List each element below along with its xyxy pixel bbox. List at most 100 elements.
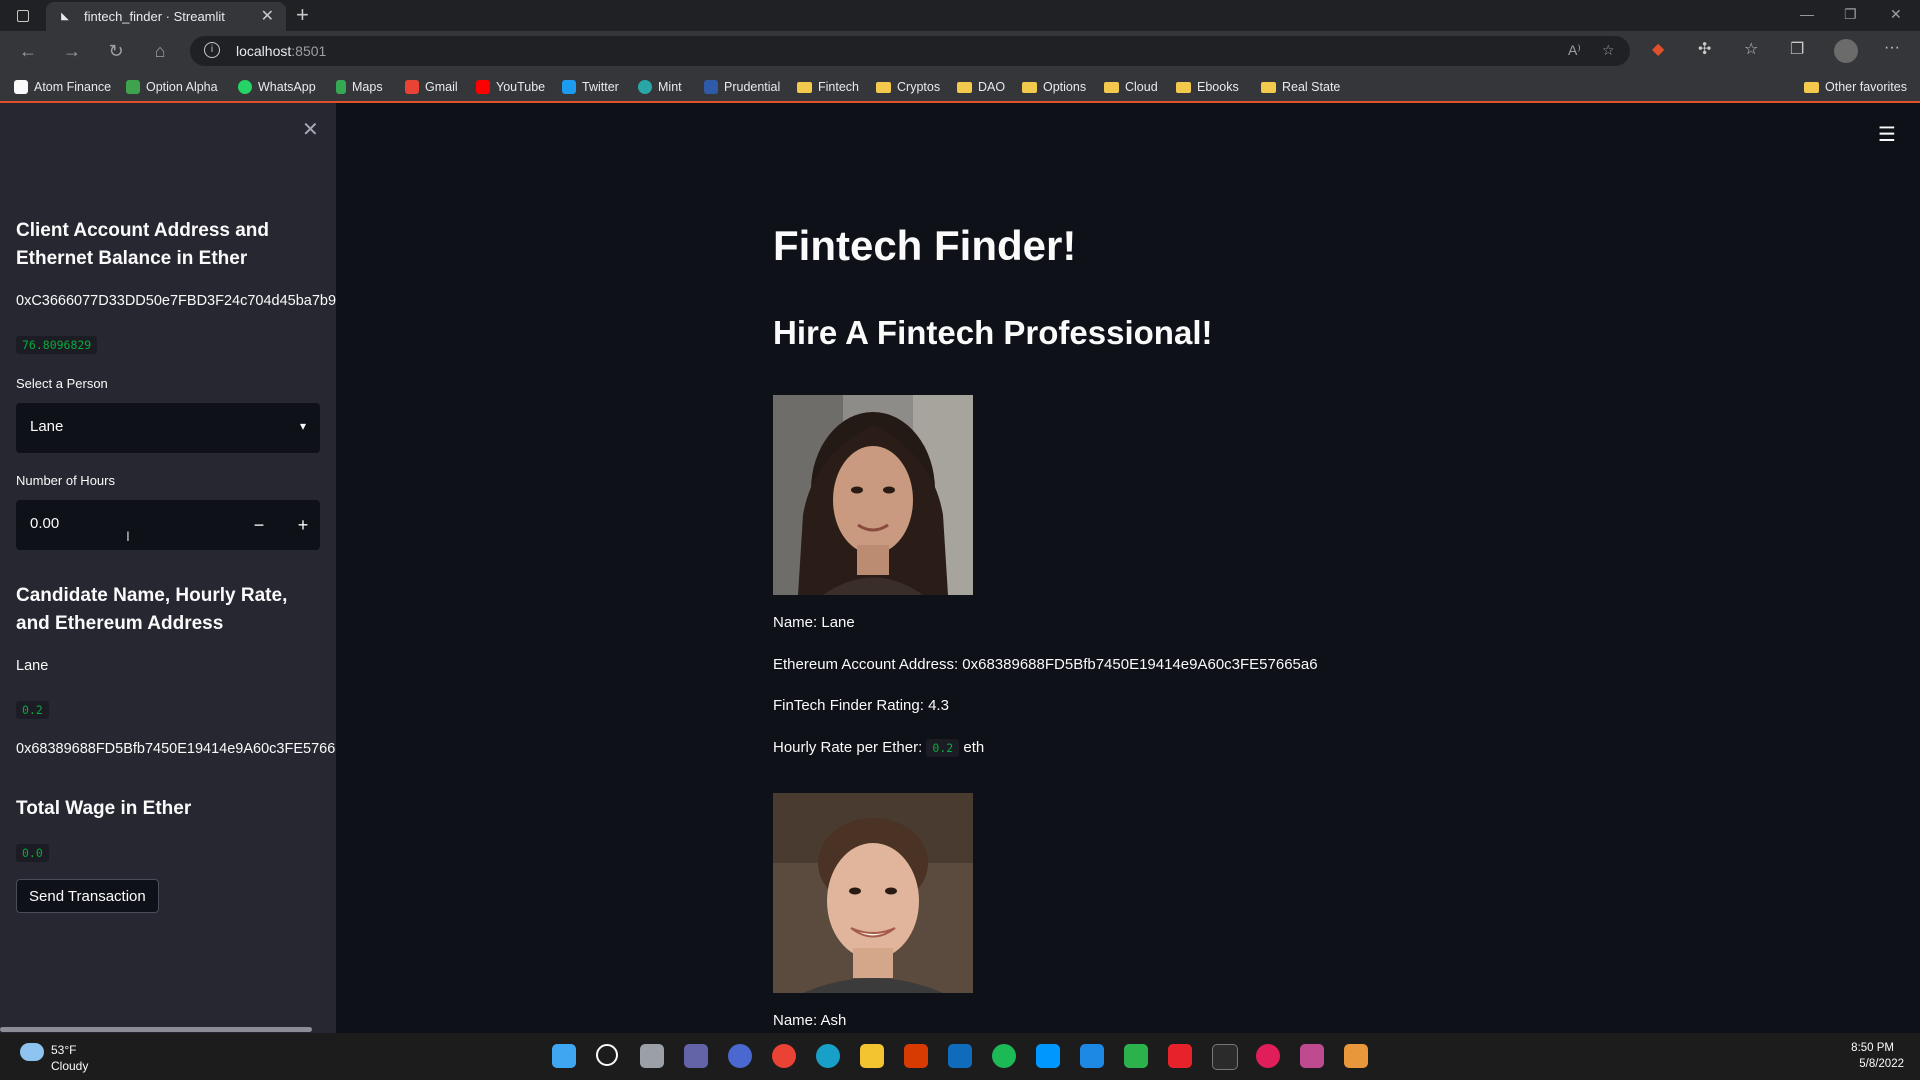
hours-label: Number of Hours <box>16 473 115 488</box>
bookmark-prudential[interactable]: Prudential <box>704 78 780 96</box>
outlook-icon[interactable] <box>948 1044 972 1068</box>
favorites-icon[interactable]: ☆ <box>1744 39 1758 59</box>
teams-chat-icon[interactable] <box>684 1044 708 1068</box>
account-address: 0xC3666077D33DD50e7FBD3F24c704d45ba7b93 <box>16 293 336 309</box>
address-bar[interactable]: i localhost:8501 A⁾ ☆ <box>190 36 1630 66</box>
task-view-icon[interactable] <box>640 1044 664 1068</box>
tab-close-icon[interactable]: ✕ <box>261 6 274 26</box>
ganache-icon[interactable] <box>1344 1044 1368 1068</box>
candidate-heading: Candidate Name, Hourly Rate, and Ethereu… <box>16 585 288 634</box>
terminal-icon[interactable] <box>1212 1044 1238 1070</box>
url-text: localhost:8501 <box>236 43 327 59</box>
folder-icon <box>1022 81 1037 93</box>
bookmark-maps[interactable]: Maps <box>336 78 383 96</box>
new-tab-icon[interactable]: + <box>296 2 309 28</box>
home-icon[interactable]: ⌂ <box>148 39 172 63</box>
edge-icon[interactable] <box>816 1044 840 1068</box>
folder-icon <box>957 81 972 93</box>
clock-time[interactable]: 8:50 PM <box>1851 1042 1894 1054</box>
forward-icon[interactable]: → <box>60 39 84 63</box>
window-close-icon[interactable]: ✕ <box>1890 6 1902 23</box>
page-subtitle: Hire A Fintech Professional! <box>773 314 1213 351</box>
bookmark-label: Other favorites <box>1825 80 1907 94</box>
bookmark-folder-real-state[interactable]: Real State <box>1261 78 1340 96</box>
read-aloud-icon[interactable]: A⁾ <box>1568 42 1581 59</box>
folder-icon <box>1104 81 1119 93</box>
metamask-extension-icon[interactable]: ◆ <box>1652 39 1664 59</box>
menu-icon[interactable]: ☰ <box>1878 122 1896 147</box>
office-icon[interactable] <box>904 1044 928 1068</box>
restore-icon[interactable]: ❐ <box>1844 6 1857 23</box>
clock-date[interactable]: 5/8/2022 <box>1859 1058 1904 1070</box>
site-info-icon[interactable]: i <box>204 42 220 58</box>
folder-icon <box>876 81 891 93</box>
folder-icon <box>1176 81 1191 93</box>
increment-button[interactable]: + <box>288 510 318 540</box>
bookmark-youtube[interactable]: YouTube <box>476 78 545 96</box>
minimize-icon[interactable]: — <box>1800 6 1814 22</box>
youtube-icon <box>476 80 490 94</box>
profile-avatar[interactable] <box>1834 39 1858 63</box>
hours-value[interactable]: 0.00 <box>30 515 59 532</box>
bookmark-folder-cryptos[interactable]: Cryptos <box>876 78 940 96</box>
candidate-name: Lane <box>16 658 49 674</box>
sidebar-close-icon[interactable]: ✕ <box>302 117 319 142</box>
windows-start-icon[interactable] <box>552 1044 576 1068</box>
streamlit-favicon-icon: ◣ <box>61 11 69 22</box>
reload-icon[interactable]: ↻ <box>104 39 128 63</box>
tab-actions-icon[interactable] <box>12 6 34 26</box>
tab-title: fintech_finder · Streamlit <box>84 9 225 24</box>
back-icon[interactable]: ← <box>16 39 40 63</box>
decrement-button[interactable]: − <box>244 510 274 540</box>
bookmark-folder-other-favorites[interactable]: Other favorites <box>1804 78 1907 96</box>
file-explorer-icon[interactable] <box>860 1044 884 1068</box>
bookmark-folder-cloud[interactable]: Cloud <box>1104 78 1158 96</box>
bookmark-option-alpha[interactable]: Option Alpha <box>126 78 218 96</box>
spotify-icon[interactable] <box>992 1044 1016 1068</box>
bookmark-mint[interactable]: Mint <box>638 78 682 96</box>
candidate-photo-lane <box>773 395 973 595</box>
prudential-icon <box>704 80 718 94</box>
option-alpha-icon <box>126 80 140 94</box>
cortana-icon[interactable] <box>728 1044 752 1068</box>
todo-icon[interactable] <box>1080 1044 1104 1068</box>
send-transaction-button[interactable]: Send Transaction <box>16 879 159 913</box>
bookmark-twitter[interactable]: Twitter <box>562 78 619 96</box>
cloud-weather-icon[interactable] <box>20 1043 44 1061</box>
person-select[interactable]: Lane ▾ <box>16 403 320 453</box>
windows-taskbar: 53°F Cloudy 8:50 PM 5/8/2022 <box>0 1033 1920 1080</box>
candidate-address: 0x68389688FD5Bfb7450E19414e9A60c3FE57665 <box>16 741 336 757</box>
bookmark-folder-ebooks[interactable]: Ebooks <box>1176 78 1239 96</box>
browser-tab[interactable]: ◣ fintech_finder · Streamlit ✕ <box>46 2 286 31</box>
bookmark-label: Atom Finance <box>34 80 112 94</box>
wage-value: 0.0 <box>16 844 49 862</box>
sidebar-scrollbar[interactable] <box>0 1027 312 1032</box>
git-icon[interactable] <box>1300 1044 1324 1068</box>
bookmark-folder-dao[interactable]: DAO <box>957 78 1005 96</box>
browser-toolbar: ← → ↻ ⌂ i localhost:8501 A⁾ ☆ ◆ ✣ ☆ ❐ ··… <box>0 31 1920 71</box>
more-options-icon[interactable]: ··· <box>1884 39 1900 57</box>
acrobat-icon[interactable] <box>1168 1044 1192 1068</box>
hours-number-input[interactable]: 0.00 I − + <box>16 500 320 550</box>
selected-person: Lane <box>30 418 64 435</box>
chrome-icon[interactable] <box>772 1044 796 1068</box>
bookmark-folder-fintech[interactable]: Fintech <box>797 78 859 96</box>
bookmark-folder-options[interactable]: Options <box>1022 78 1086 96</box>
candidate-photo-ash <box>773 793 973 993</box>
add-favorite-icon[interactable]: ☆ <box>1602 42 1615 59</box>
bookmark-label: Gmail <box>425 80 458 94</box>
whatsapp-icon <box>238 80 252 94</box>
account-heading: Client Account Address and Ethernet Bala… <box>16 220 270 269</box>
collections-icon[interactable]: ❐ <box>1790 39 1804 59</box>
page-title: Fintech Finder! <box>773 222 1077 269</box>
green-app-icon[interactable] <box>1124 1044 1148 1068</box>
vscode-icon[interactable] <box>1036 1044 1060 1068</box>
search-icon[interactable] <box>596 1044 618 1066</box>
bookmark-atom-finance[interactable]: Atom Finance <box>14 78 111 96</box>
extensions-icon[interactable]: ✣ <box>1698 39 1711 59</box>
sidebar: ✕ Client Account Address and Ethernet Ba… <box>0 103 336 1033</box>
bookmark-gmail[interactable]: Gmail <box>405 78 458 96</box>
bookmark-whatsapp[interactable]: WhatsApp <box>238 78 316 96</box>
slack-icon[interactable] <box>1256 1044 1280 1068</box>
weather-temperature: 53°F <box>51 1043 77 1057</box>
